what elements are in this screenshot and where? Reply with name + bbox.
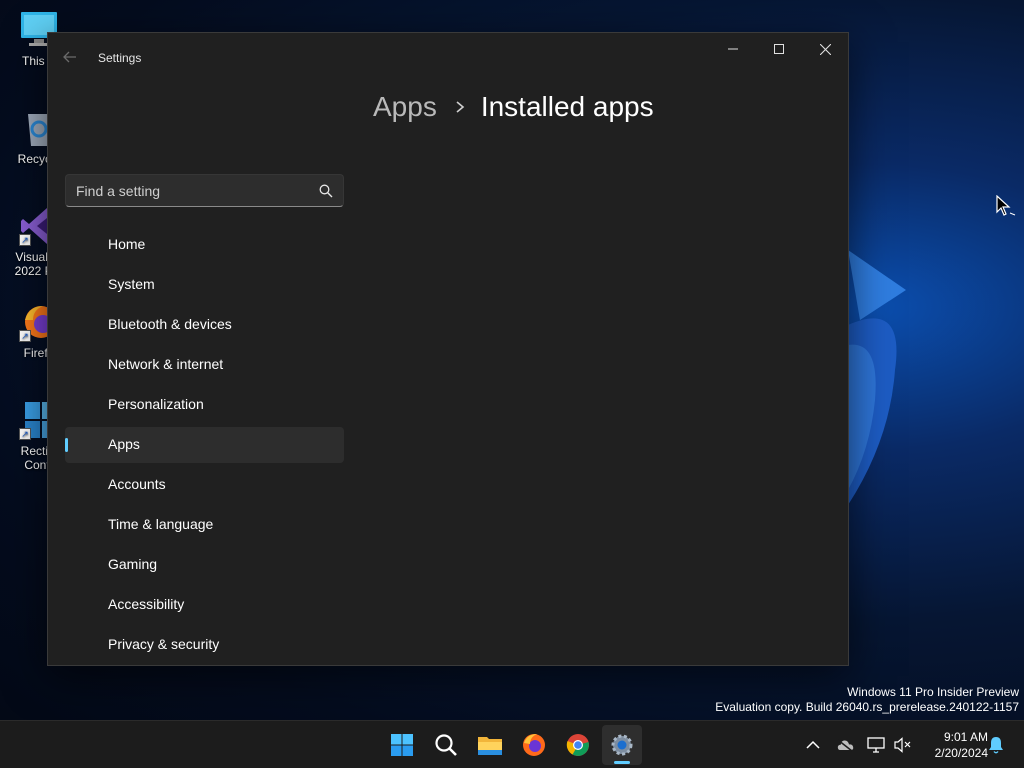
- app-title: Settings: [98, 51, 142, 65]
- shortcut-arrow-icon: ↗: [19, 330, 31, 342]
- nav-item-network-internet[interactable]: Network & internet: [65, 347, 344, 383]
- watermark-line-1: Windows 11 Pro Insider Preview: [847, 685, 1019, 699]
- nav-item-time-language[interactable]: Time & language: [65, 507, 344, 543]
- onedrive-icon: [837, 739, 854, 752]
- nav-item-label: Home: [108, 236, 146, 252]
- minimize-icon: [728, 48, 738, 50]
- shortcut-arrow-icon: ↗: [19, 234, 31, 246]
- start-icon: [391, 734, 413, 756]
- shortcut-arrow-icon: ↗: [19, 428, 31, 440]
- breadcrumb: Apps Installed apps: [373, 91, 654, 123]
- active-app-indicator: [614, 761, 630, 764]
- search-input[interactable]: [66, 175, 343, 206]
- title-bar[interactable]: Settings: [48, 33, 848, 81]
- notifications-icon: [989, 737, 1003, 754]
- show-hidden-icons-button[interactable]: [803, 735, 823, 755]
- nav-item-label: Privacy & security: [108, 636, 220, 652]
- taskbar-settings[interactable]: [602, 725, 642, 765]
- taskbar-search-button[interactable]: [426, 725, 466, 765]
- nav-item-label: Personalization: [108, 396, 204, 412]
- close-button[interactable]: [802, 33, 848, 65]
- nav-item-label: Network & internet: [108, 356, 224, 372]
- nav-item-accounts[interactable]: Accounts: [65, 467, 344, 503]
- settings-icon: [611, 734, 633, 756]
- volume-tray[interactable]: [892, 735, 912, 755]
- chevron-up-icon: [806, 740, 820, 749]
- nav-item-home[interactable]: Home: [65, 227, 344, 263]
- search-icon[interactable]: [319, 184, 333, 198]
- mouse-cursor-icon: [996, 195, 1016, 216]
- maximize-icon: [774, 44, 784, 54]
- nav-item-personalization[interactable]: Personalization: [65, 387, 344, 423]
- nav-item-label: Accounts: [108, 476, 166, 492]
- chevron-right-icon: [456, 101, 465, 113]
- taskbar-clock[interactable]: 9:01 AM 2/20/2024: [918, 729, 988, 761]
- back-arrow-icon[interactable]: [62, 49, 82, 67]
- file-explorer-icon: [478, 737, 502, 755]
- nav-item-label: System: [108, 276, 155, 292]
- close-icon: [819, 43, 831, 55]
- nav-item-gaming[interactable]: Gaming: [65, 547, 344, 583]
- settings-nav: Home System Bluetooth & devices Network …: [65, 227, 344, 665]
- nav-item-label: Apps: [108, 436, 140, 452]
- search-box[interactable]: [65, 174, 344, 207]
- nav-item-label: Accessibility: [108, 596, 185, 612]
- page-title: Installed apps: [480, 91, 654, 122]
- nav-item-apps[interactable]: Apps: [65, 427, 344, 463]
- search-icon: [435, 734, 457, 756]
- nav-item-label: Gaming: [108, 556, 158, 572]
- nav-item-label: Bluetooth & devices: [108, 316, 232, 332]
- minimize-button[interactable]: [710, 33, 756, 65]
- breadcrumb-parent-link[interactable]: Apps: [373, 91, 437, 123]
- clock-date: 2/20/2024: [934, 746, 988, 760]
- taskbar-chrome[interactable]: [558, 725, 598, 765]
- taskbar-file-explorer[interactable]: [470, 725, 510, 765]
- nav-item-privacy-security[interactable]: Privacy & security: [65, 627, 344, 663]
- firefox-icon: [523, 734, 545, 756]
- network-tray[interactable]: [866, 735, 886, 755]
- clock-time: 9:01 AM: [943, 730, 988, 744]
- taskbar-firefox[interactable]: [514, 725, 554, 765]
- settings-window: Settings Apps Installed apps Home System…: [47, 32, 849, 666]
- chrome-icon: [566, 734, 589, 756]
- watermark-line-2: Evaluation copy. Build 26040.rs_prerelea…: [715, 700, 1019, 714]
- network-icon: [867, 737, 885, 753]
- onedrive-tray[interactable]: [835, 735, 855, 755]
- start-button[interactable]: [382, 725, 422, 765]
- taskbar: 9:01 AM 2/20/2024: [0, 720, 1024, 768]
- evaluation-watermark: Windows 11 Pro Insider Preview Evaluatio…: [715, 685, 1019, 715]
- volume-muted-icon: [894, 737, 911, 753]
- notifications-button[interactable]: [986, 735, 1006, 755]
- nav-item-bluetooth-devices[interactable]: Bluetooth & devices: [65, 307, 344, 343]
- nav-item-label: Time & language: [108, 516, 214, 532]
- nav-item-accessibility[interactable]: Accessibility: [65, 587, 344, 623]
- nav-item-system[interactable]: System: [65, 267, 344, 303]
- maximize-button[interactable]: [756, 33, 802, 65]
